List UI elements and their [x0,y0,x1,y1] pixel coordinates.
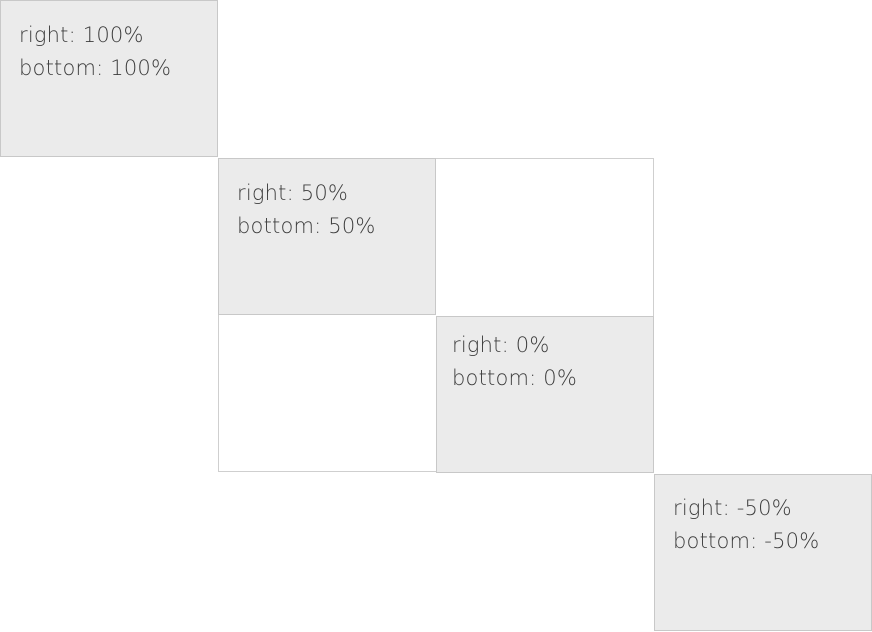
positioned-box-right-50: right: 50% bottom: 50% [218,158,436,315]
box-label-bottom: bottom: -50% [673,529,820,553]
box-label-bottom: bottom: 0% [452,366,578,390]
box-label-right: right: 0% [452,333,550,357]
positioned-box-right-0: right: 0% bottom: 0% [436,316,654,473]
box-label-right: right: 50% [237,181,349,205]
box-label-right: right: 100% [19,23,144,47]
box-label-right: right: -50% [673,496,792,520]
positioned-box-right-minus-50: right: -50% bottom: -50% [654,474,872,631]
box-label-bottom: bottom: 50% [237,214,376,238]
positioned-box-right-100: right: 100% bottom: 100% [0,0,218,157]
box-label-bottom: bottom: 100% [19,56,172,80]
